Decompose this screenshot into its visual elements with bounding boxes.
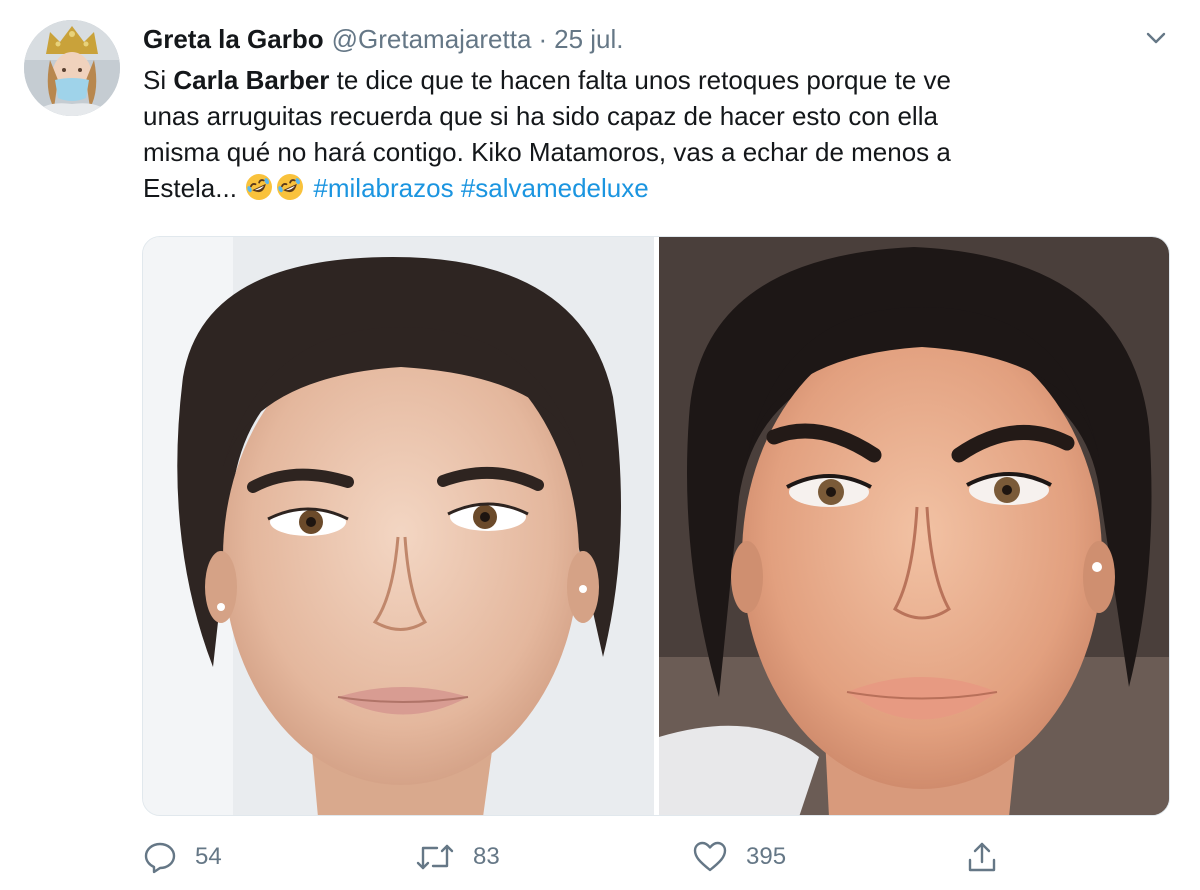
reply-icon xyxy=(144,842,176,874)
reply-button[interactable]: 54 xyxy=(143,832,222,882)
hashtag-link[interactable]: #salvamedeluxe xyxy=(461,173,649,203)
tweet-text-line-2: unas arruguitas recuerda que si ha sido … xyxy=(143,101,938,131)
like-count: 395 xyxy=(746,843,787,870)
retweet-icon xyxy=(416,844,454,870)
tweet-date[interactable]: 25 jul. xyxy=(554,24,623,55)
text-segment: te dice que te hacen falta unos retoques… xyxy=(329,65,951,95)
chevron-down-icon[interactable] xyxy=(1140,22,1172,54)
share-button[interactable] xyxy=(965,832,1017,882)
user-handle[interactable]: @Gretamajaretta xyxy=(332,24,532,55)
tweet-text-line-3: misma qué no hará contigo. Kiko Matamoro… xyxy=(143,137,951,167)
hashtag-link[interactable]: #milabrazos xyxy=(313,173,453,203)
tweet-text-line-1: Si Carla Barber te dice que te hacen fal… xyxy=(143,62,1153,98)
after-photo[interactable] xyxy=(658,237,1169,815)
text-segment: Si xyxy=(143,65,174,95)
avatar[interactable] xyxy=(24,20,120,116)
heart-icon xyxy=(693,841,727,872)
tweet: Greta la Garbo @Gretamajaretta · 25 jul.… xyxy=(0,0,1200,890)
separator-dot: · xyxy=(538,23,548,54)
tweet-text: Si Carla Barber te dice que te hacen fal… xyxy=(143,62,1153,206)
text-segment: Estela... xyxy=(143,173,237,203)
tweet-actions: 54 83 395 xyxy=(0,832,1200,882)
mentioned-name: Carla Barber xyxy=(173,65,330,95)
retweet-count: 83 xyxy=(473,843,500,870)
share-icon xyxy=(968,842,996,872)
before-photo[interactable] xyxy=(143,237,654,815)
tweet-header: Greta la Garbo @Gretamajaretta · 25 jul. xyxy=(143,22,624,56)
tweet-text-line-4: Estela... #milabrazos #salvamedeluxe xyxy=(143,170,1153,206)
reply-count: 54 xyxy=(195,843,222,870)
display-name[interactable]: Greta la Garbo xyxy=(143,24,324,55)
like-button[interactable]: 395 xyxy=(692,832,786,882)
rolling-on-the-floor-laughing-icon xyxy=(246,174,273,200)
tweet-media xyxy=(142,236,1170,816)
retweet-button[interactable]: 83 xyxy=(415,832,500,882)
rolling-on-the-floor-laughing-icon xyxy=(277,174,304,200)
